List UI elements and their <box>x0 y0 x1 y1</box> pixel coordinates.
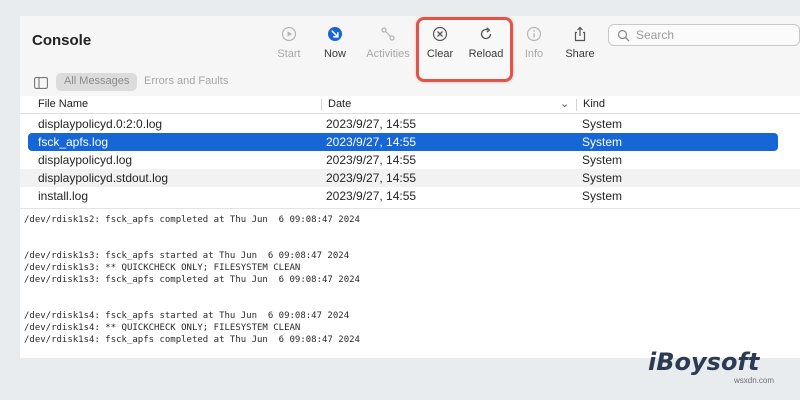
table-row[interactable]: displaypolicyd.log 2023/9/27, 14:55 Syst… <box>20 151 800 169</box>
table-row[interactable]: displaypolicyd.stdout.log 2023/9/27, 14:… <box>20 169 800 187</box>
filter-bar: All Messages Errors and Faults <box>20 72 800 94</box>
kind-cell: System <box>582 135 623 149</box>
activities-icon <box>381 27 395 41</box>
table-header: File Name Date ⌄ Kind <box>20 96 800 114</box>
now-arrow-icon <box>328 27 342 41</box>
log-line: /dev/rdisk1s3: fsck_apfs completed at Th… <box>24 275 360 285</box>
chevron-down-icon[interactable]: ⌄ <box>560 97 569 110</box>
column-header-date[interactable]: Date <box>328 98 351 110</box>
file-name-cell: displaypolicyd.stdout.log <box>38 171 169 185</box>
console-window: Console Start Now Activities Clear Reloa… <box>20 16 800 358</box>
search-placeholder: Search <box>636 28 675 42</box>
file-name-cell: displaypolicyd.log <box>38 153 133 167</box>
play-circle-icon <box>281 26 297 42</box>
search-field[interactable]: Search <box>608 24 800 46</box>
table-row[interactable]: install.log 2023/9/27, 14:55 System <box>20 187 800 205</box>
file-table: File Name Date ⌄ Kind displaypolicyd.0:2… <box>20 96 800 208</box>
toolbar: Console Start Now Activities Clear Reloa… <box>20 16 800 82</box>
date-cell: 2023/9/27, 14:55 <box>326 135 417 149</box>
file-name-cell: displaypolicyd.0:2:0.log <box>38 117 163 131</box>
log-line: /dev/rdisk1s4: fsck_apfs completed at Th… <box>24 335 360 345</box>
window-title: Console <box>32 32 92 49</box>
log-line: /dev/rdisk1s3: ** QUICKCHECK ONLY; FILES… <box>24 263 301 273</box>
share-icon <box>574 26 586 42</box>
errors-and-faults-filter[interactable]: Errors and Faults <box>136 73 236 91</box>
watermark-brand: iBoysoft <box>648 348 760 376</box>
column-separator[interactable] <box>321 99 322 111</box>
file-name-cell: fsck_apfs.log <box>38 135 109 149</box>
date-cell: 2023/9/27, 14:55 <box>326 171 417 185</box>
date-cell: 2023/9/27, 14:55 <box>326 153 417 167</box>
share-button[interactable]: Share <box>549 26 611 70</box>
clear-x-icon <box>432 26 448 42</box>
log-line: /dev/rdisk1s4: ** QUICKCHECK ONLY; FILES… <box>24 323 301 333</box>
date-cell: 2023/9/27, 14:55 <box>326 117 417 131</box>
kind-cell: System <box>582 153 623 167</box>
column-separator[interactable] <box>576 99 577 111</box>
watermark: iBoysoft wsxdn.com <box>648 348 774 385</box>
column-header-kind[interactable]: Kind <box>583 98 605 110</box>
kind-cell: System <box>582 171 623 185</box>
log-line: /dev/rdisk1s4: fsck_apfs started at Thu … <box>24 311 350 321</box>
table-row-selected[interactable]: fsck_apfs.log 2023/9/27, 14:55 System <box>28 133 778 151</box>
date-cell: 2023/9/27, 14:55 <box>326 189 417 203</box>
table-row[interactable]: displaypolicyd.0:2:0.log 2023/9/27, 14:5… <box>20 115 800 133</box>
kind-cell: System <box>582 189 623 203</box>
search-icon <box>617 29 630 42</box>
watermark-site: wsxdn.com <box>733 376 774 385</box>
log-line: /dev/rdisk1s2: fsck_apfs completed at Th… <box>24 215 360 225</box>
kind-cell: System <box>582 117 623 131</box>
all-messages-filter[interactable]: All Messages <box>56 73 138 91</box>
log-output[interactable]: /dev/rdisk1s2: fsck_apfs completed at Th… <box>20 208 800 358</box>
sidebar-icon[interactable] <box>34 77 48 89</box>
column-header-file-name[interactable]: File Name <box>38 98 88 110</box>
file-name-cell: install.log <box>38 189 89 203</box>
info-icon <box>526 26 542 42</box>
reload-icon <box>480 27 492 40</box>
log-line: /dev/rdisk1s3: fsck_apfs started at Thu … <box>24 251 350 261</box>
